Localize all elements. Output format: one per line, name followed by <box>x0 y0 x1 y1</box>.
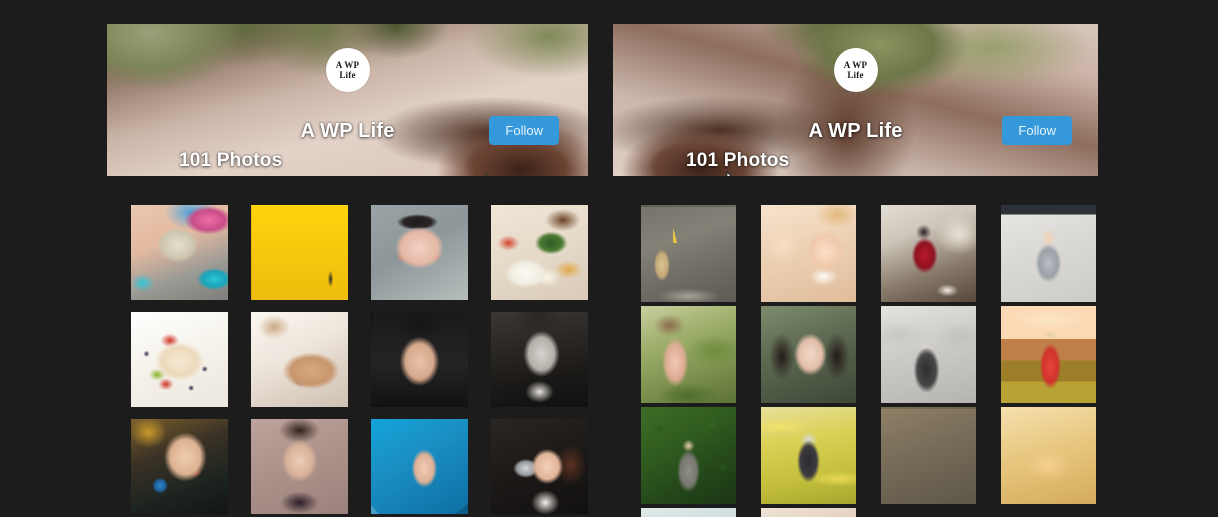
photo-tile-ivy-wall-arms-up[interactable] <box>641 407 736 504</box>
profile-avatar[interactable]: A WP Life <box>325 48 370 92</box>
cover-banner-right: A WP Life A WP Life 101 Photos Follow <box>613 24 1098 176</box>
profile-title: A WP Life <box>808 120 903 142</box>
photo-grid-left <box>131 205 588 514</box>
photo-tile-yellow-wall-walker[interactable] <box>251 205 348 300</box>
photo-tile-red-lips-portrait[interactable] <box>761 306 856 403</box>
photo-widget-left: A WP Life A WP Life 101 Photos Follow <box>107 24 588 514</box>
follow-button[interactable]: Follow <box>1002 116 1072 145</box>
photo-tile-updo-hair-portrait[interactable] <box>251 419 348 514</box>
photo-tile-blue-earring-portrait[interactable] <box>131 419 228 514</box>
photo-tile-ceramic-doll-head[interactable] <box>371 205 468 300</box>
photo-tile-canola-field-back[interactable] <box>761 407 856 504</box>
photo-tile-face-paint-portrait[interactable] <box>371 312 468 407</box>
photo-tile-usa-tshirt-braids[interactable] <box>1001 205 1096 302</box>
photo-tile-fruit-dessert[interactable] <box>131 312 228 407</box>
photo-tile-stone-wall-woman[interactable] <box>641 205 736 302</box>
profile-avatar[interactable]: A WP Life <box>833 48 878 92</box>
follow-button[interactable]: Follow <box>489 116 559 145</box>
photo-tile-two-girls-whispering[interactable] <box>761 205 856 302</box>
profile-title: A WP Life <box>300 120 395 142</box>
photo-grid-right <box>641 205 1098 517</box>
avatar-line-2: Life <box>847 70 864 80</box>
photo-tile-woman-legs-white[interactable] <box>251 312 348 407</box>
avatar-line-1: A WP <box>843 59 868 70</box>
photo-tile-swing-pink-dress[interactable] <box>641 306 736 403</box>
photo-count-label: 101 Photos <box>686 150 790 171</box>
page-root: A WP Life A WP Life 101 Photos Follow A … <box>0 0 1218 517</box>
photo-tile-black-white-portrait[interactable] <box>491 312 588 407</box>
photo-tile-black-white-road[interactable] <box>881 306 976 403</box>
avatar-line-2: Life <box>339 70 356 80</box>
cover-banner-left: A WP Life A WP Life 101 Photos Follow <box>107 24 588 176</box>
photo-tile-red-dress-sunset[interactable] <box>1001 306 1096 403</box>
photo-count-label: 101 Photos <box>179 150 283 171</box>
photo-tile-breakfast-plate[interactable] <box>491 205 588 300</box>
photo-tile-partial-b[interactable] <box>1001 407 1096 504</box>
photo-tile-partial-a[interactable] <box>881 407 976 504</box>
photo-widget-right: A WP Life A WP Life 101 Photos Follow <box>613 24 1098 517</box>
photo-tile-blue-fabric-portrait[interactable] <box>371 419 468 514</box>
photo-tile-partial-c[interactable] <box>641 508 736 517</box>
photo-tile-woman-with-camera[interactable] <box>491 419 588 514</box>
photo-tile-child-holding-stone[interactable] <box>131 205 228 300</box>
avatar-line-1: A WP <box>335 59 360 70</box>
photo-tile-cafe-red-blouse[interactable] <box>881 205 976 302</box>
photo-tile-partial-d[interactable] <box>761 508 856 517</box>
